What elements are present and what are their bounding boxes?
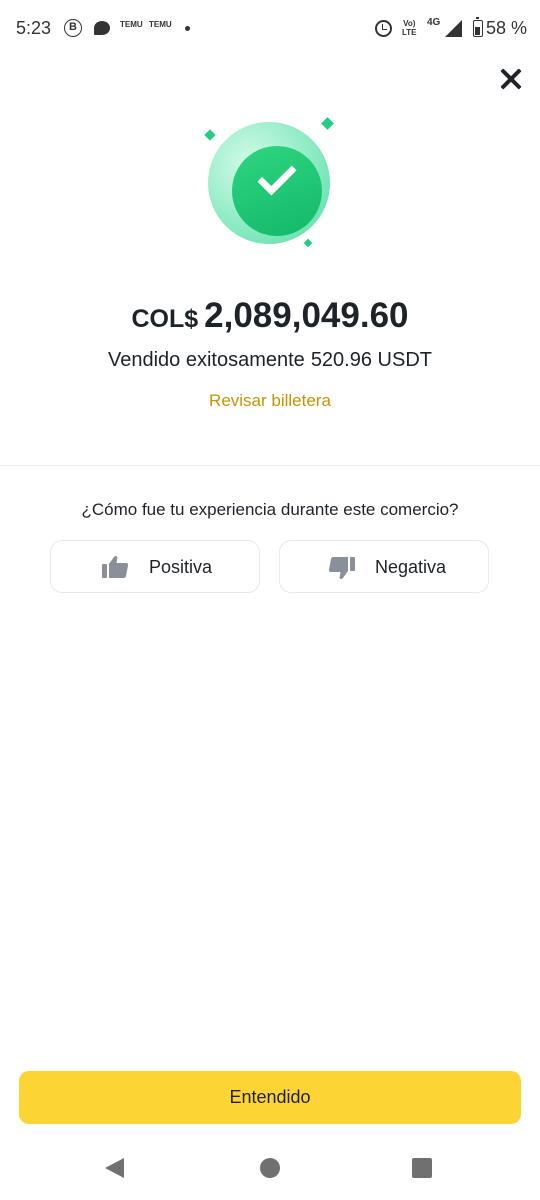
battery-icon — [473, 17, 483, 37]
divider — [0, 465, 540, 466]
negative-label: Negativa — [375, 557, 447, 577]
understood-button[interactable]: Entendido — [19, 1071, 521, 1124]
sold-amount: 520.96 USDT — [310, 349, 432, 371]
sparkle-icon — [321, 117, 334, 130]
nav-home-icon[interactable] — [260, 1158, 280, 1178]
amount-value: 2,089,049.60 — [204, 296, 409, 335]
sparkle-icon — [303, 238, 313, 248]
sold-text: Vendido exitosamente — [108, 349, 305, 371]
nav-back-icon[interactable] — [105, 1158, 124, 1178]
amount-display: COL$ 2,089,049.60 — [0, 296, 540, 336]
positive-feedback-button[interactable]: Positiva — [50, 540, 260, 593]
alarm-icon — [375, 20, 392, 37]
network-type-label: 4G — [427, 17, 441, 28]
check-circle-icon — [208, 122, 330, 244]
status-bar: 5:23 B TEMU TEMU Vo) LTE 4G 58 % — [0, 0, 540, 58]
success-illustration — [199, 113, 339, 253]
volte-icon: Vo) LTE — [402, 19, 417, 37]
temu-notification-icon-2: TEMU — [149, 20, 172, 29]
status-time: 5:23 — [16, 18, 52, 38]
currency-label: COL$ — [131, 305, 199, 333]
close-icon[interactable] — [496, 64, 526, 94]
battery-percent: 58 % — [486, 18, 528, 38]
check-circle-inner — [232, 146, 322, 236]
more-notifications-dot-icon — [185, 26, 190, 31]
review-wallet-link[interactable]: Revisar billetera — [0, 391, 540, 411]
sparkle-icon — [204, 129, 216, 141]
negative-feedback-button[interactable]: Negativa — [279, 540, 489, 593]
understood-label: Entendido — [229, 1087, 311, 1107]
chat-notification-icon — [94, 21, 110, 35]
checkmark-icon — [257, 156, 297, 196]
nav-recents-icon[interactable] — [412, 1158, 432, 1178]
feedback-question: ¿Cómo fue tu experiencia durante este co… — [81, 500, 459, 519]
signal-icon — [445, 20, 462, 37]
positive-label: Positiva — [149, 557, 213, 577]
temu-notification-icon: TEMU — [120, 20, 143, 29]
sold-summary: Vendido exitosamente 520.96 USDT — [0, 349, 540, 372]
thumbs-up-icon — [102, 556, 129, 578]
b-badge-icon: B — [64, 19, 82, 37]
thumbs-down-icon — [328, 557, 355, 579]
